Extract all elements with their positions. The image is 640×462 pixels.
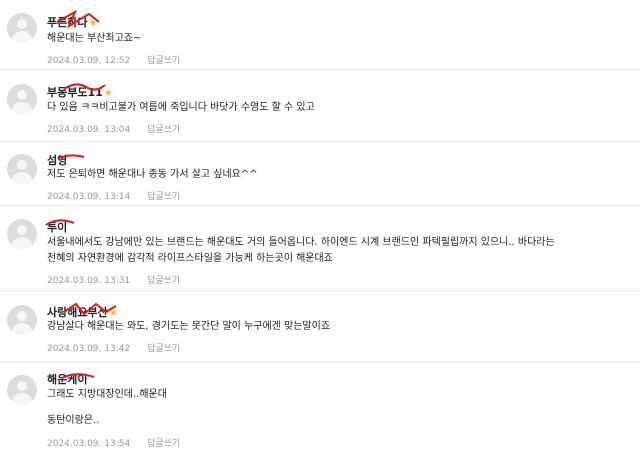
- comment-item: 푸른하다★ 해운대는 부산최고죠~ 2024.03.09. 12:52 답글쓰기: [0, 0, 640, 70]
- comment-text-line: 천혜의 자연환경에 감각적 라이프스타일을 가능케 하는곳이 해운대죠: [47, 253, 333, 264]
- comment-list: 푸른하다★ 해운대는 부산최고죠~ 2024.03.09. 12:52 답글쓰기…: [0, 0, 640, 462]
- comment-time: 13:54: [104, 439, 131, 449]
- star-badge-icon: ★: [103, 88, 113, 99]
- reply-button[interactable]: 답글쓰기: [147, 439, 180, 449]
- reply-button[interactable]: 답글쓰기: [147, 276, 180, 286]
- comment-text: 강남살다 해운대는 와도, 경기도는 못간단 말이 누구에겐 맞는말이죠: [47, 321, 331, 332]
- comment-nickname[interactable]: 투이: [47, 219, 67, 235]
- comment-text: 다 있음 ㅋㅋ비고불가 여름에 죽입니다 바닷가 수영도 할 수 있고: [47, 102, 315, 113]
- comment-text-line: 그래도 지방대장인데..해운대: [47, 389, 167, 400]
- comment-nickname[interactable]: 섬영: [47, 152, 67, 168]
- avatar[interactable]: [7, 219, 37, 249]
- comment-meta: 2024.03.09. 12:52 답글쓰기: [47, 53, 180, 66]
- comment-time: 13:42: [104, 344, 131, 354]
- comment-nickname[interactable]: 사랑해요부산★: [47, 304, 118, 320]
- star-badge-icon: ★: [88, 18, 98, 29]
- comment-text-line: 동탄이랑은..: [47, 415, 100, 426]
- comment-time: 13:14: [104, 192, 131, 202]
- comment-meta: 2024.03.09. 13:54 답글쓰기: [47, 436, 180, 449]
- comment-date: 2024.03.09.: [47, 192, 102, 202]
- avatar[interactable]: [7, 154, 37, 184]
- reply-button[interactable]: 답글쓰기: [147, 125, 180, 135]
- comment-date: 2024.03.09.: [47, 344, 102, 354]
- comment-text: 저도 은퇴하면 해운대나 종동 가서 살고 싶네요^^: [47, 169, 258, 180]
- comment-nickname[interactable]: 해운케이: [47, 371, 87, 387]
- comment-nickname[interactable]: 부동부도11★: [47, 84, 113, 100]
- avatar[interactable]: [7, 13, 37, 43]
- comment-time: 13:31: [104, 276, 131, 286]
- reply-button[interactable]: 답글쓰기: [147, 192, 180, 202]
- comment-item: 섬영 저도 은퇴하면 해운대나 종동 가서 살고 싶네요^^ 2024.03.0…: [0, 142, 640, 206]
- comment-text: 그래도 지방대장인데..해운대 동탄이랑은..: [47, 387, 167, 429]
- star-badge-icon: ★: [108, 308, 118, 319]
- comment-meta: 2024.03.09. 13:14 답글쓰기: [47, 189, 180, 202]
- comment-text-line: 서울내에서도 강남에만 있는 브랜드는 해운대도 거의 들어옵니다. 하이엔드 …: [47, 237, 555, 248]
- reply-button[interactable]: 답글쓰기: [147, 56, 180, 66]
- comment-date: 2024.03.09.: [47, 125, 102, 135]
- comment-time: 13:04: [104, 125, 131, 135]
- comment-meta: 2024.03.09. 13:42 답글쓰기: [47, 341, 180, 354]
- comment-meta: 2024.03.09. 13:31 답글쓰기: [47, 273, 180, 286]
- comment-text: 서울내에서도 강남에만 있는 브랜드는 해운대도 거의 들어옵니다. 하이엔드 …: [47, 235, 555, 267]
- comment-date: 2024.03.09.: [47, 56, 102, 66]
- avatar[interactable]: [7, 84, 37, 114]
- comment-item: 해운케이 그래도 지방대장인데..해운대 동탄이랑은.. 2024.03.09.…: [0, 362, 640, 462]
- comment-date: 2024.03.09.: [47, 439, 102, 449]
- avatar[interactable]: [7, 305, 37, 335]
- comment-date: 2024.03.09.: [47, 276, 102, 286]
- reply-button[interactable]: 답글쓰기: [147, 344, 180, 354]
- comment-item: 투이 서울내에서도 강남에만 있는 브랜드는 해운대도 거의 들어옵니다. 하이…: [0, 206, 640, 292]
- comment-time: 12:52: [104, 56, 131, 66]
- comment-item: 부동부도11★ 다 있음 ㅋㅋ비고불가 여름에 죽입니다 바닷가 수영도 할 수…: [0, 70, 640, 142]
- avatar[interactable]: [7, 375, 37, 405]
- comment-nickname[interactable]: 푸른하다★: [47, 14, 97, 30]
- comment-meta: 2024.03.09. 13:04 답글쓰기: [47, 122, 180, 135]
- comment-text: 해운대는 부산최고죠~: [47, 33, 142, 44]
- comment-item: 사랑해요부산★ 강남살다 해운대는 와도, 경기도는 못간단 말이 누구에겐 맞…: [0, 292, 640, 362]
